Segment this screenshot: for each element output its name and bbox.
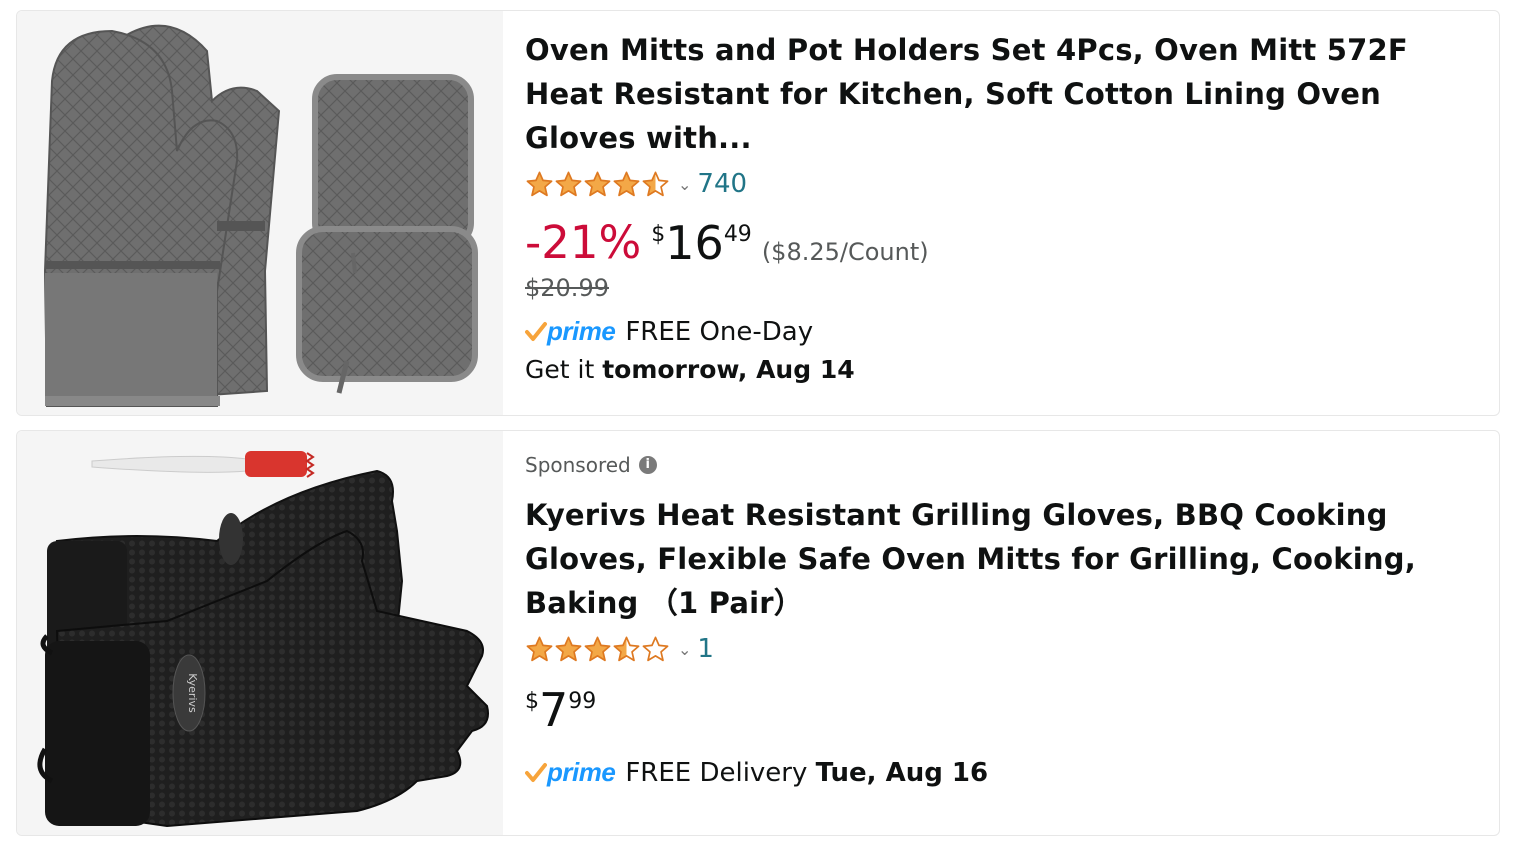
get-it-prefix: Get it (525, 355, 603, 384)
delivery-date-row: Get it tomorrow, Aug 14 (525, 355, 1475, 384)
prime-label: prime (547, 316, 616, 346)
star-icon (555, 636, 582, 661)
product-card[interactable]: Kyerivs Sponsored i Kyerivs Heat Resista… (16, 430, 1500, 836)
list-price: $20.99 (525, 274, 609, 302)
oven-mitts-icon (43, 24, 478, 407)
delivery-date: Tue, Aug 16 (815, 757, 989, 788)
star-rating[interactable] (525, 635, 670, 664)
prime-logo-icon: prime (525, 757, 616, 788)
chevron-down-icon[interactable]: ⌄ (678, 640, 691, 659)
price-fraction: 99 (568, 689, 597, 714)
prime-delivery-row: prime FREE Delivery Tue, Aug 16 (525, 757, 1475, 788)
prime-check-icon (525, 321, 547, 341)
glove-brand-label: Kyerivs (186, 673, 199, 713)
prime-check-icon (525, 762, 547, 782)
star-icon (613, 171, 640, 196)
price-whole: 16 (665, 216, 724, 270)
star-icon (642, 636, 669, 661)
product-title[interactable]: Kyerivs Heat Resistant Grilling Gloves, … (525, 493, 1475, 625)
product-info: Oven Mitts and Pot Holders Set 4Pcs, Ove… (525, 11, 1475, 384)
delivery-date: tomorrow, Aug 14 (602, 355, 855, 384)
star-icon (555, 171, 582, 196)
chevron-down-icon[interactable]: ⌄ (678, 175, 691, 194)
discount-badge: -21% (525, 216, 642, 269)
sponsored-text: Sponsored (525, 453, 631, 477)
star-icon (642, 171, 669, 196)
grilling-gloves-icon: Kyerivs (37, 451, 489, 828)
delivery-label: FREE Delivery (625, 757, 816, 788)
prime-logo-icon: prime (525, 316, 616, 347)
product-info: Sponsored i Kyerivs Heat Resistant Grill… (525, 431, 1475, 788)
product-card[interactable]: Oven Mitts and Pot Holders Set 4Pcs, Ove… (16, 10, 1500, 416)
product-title[interactable]: Oven Mitts and Pot Holders Set 4Pcs, Ove… (525, 28, 1475, 160)
delivery-label: FREE One-Day (625, 316, 814, 347)
rating-count-link[interactable]: 1 (697, 634, 714, 664)
rating-row: ⌄ 740 (525, 164, 1475, 204)
sponsored-label[interactable]: Sponsored i (525, 453, 1475, 477)
rating-row: ⌄ 1 (525, 629, 1475, 669)
star-icon (613, 636, 640, 661)
unit-price: ($8.25/Count) (761, 238, 929, 266)
info-icon[interactable]: i (638, 456, 657, 474)
price-currency: $ (651, 222, 666, 247)
prime-label: prime (547, 757, 616, 787)
product-image[interactable] (17, 11, 503, 415)
star-icon (584, 171, 611, 196)
star-rating[interactable] (525, 170, 670, 199)
price-fraction: 49 (723, 222, 752, 247)
price-row: -21% $ 16 49 ($8.25/Count) (525, 216, 1475, 270)
prime-delivery-row: prime FREE One-Day (525, 316, 1475, 347)
star-icon (526, 636, 553, 661)
rating-count-link[interactable]: 740 (697, 169, 747, 199)
price-whole: 7 (539, 683, 569, 737)
star-icon (584, 636, 611, 661)
price-currency: $ (525, 689, 539, 714)
product-image[interactable]: Kyerivs (17, 431, 503, 835)
price-row: $ 7 99 (525, 685, 1475, 735)
star-icon (526, 171, 553, 196)
